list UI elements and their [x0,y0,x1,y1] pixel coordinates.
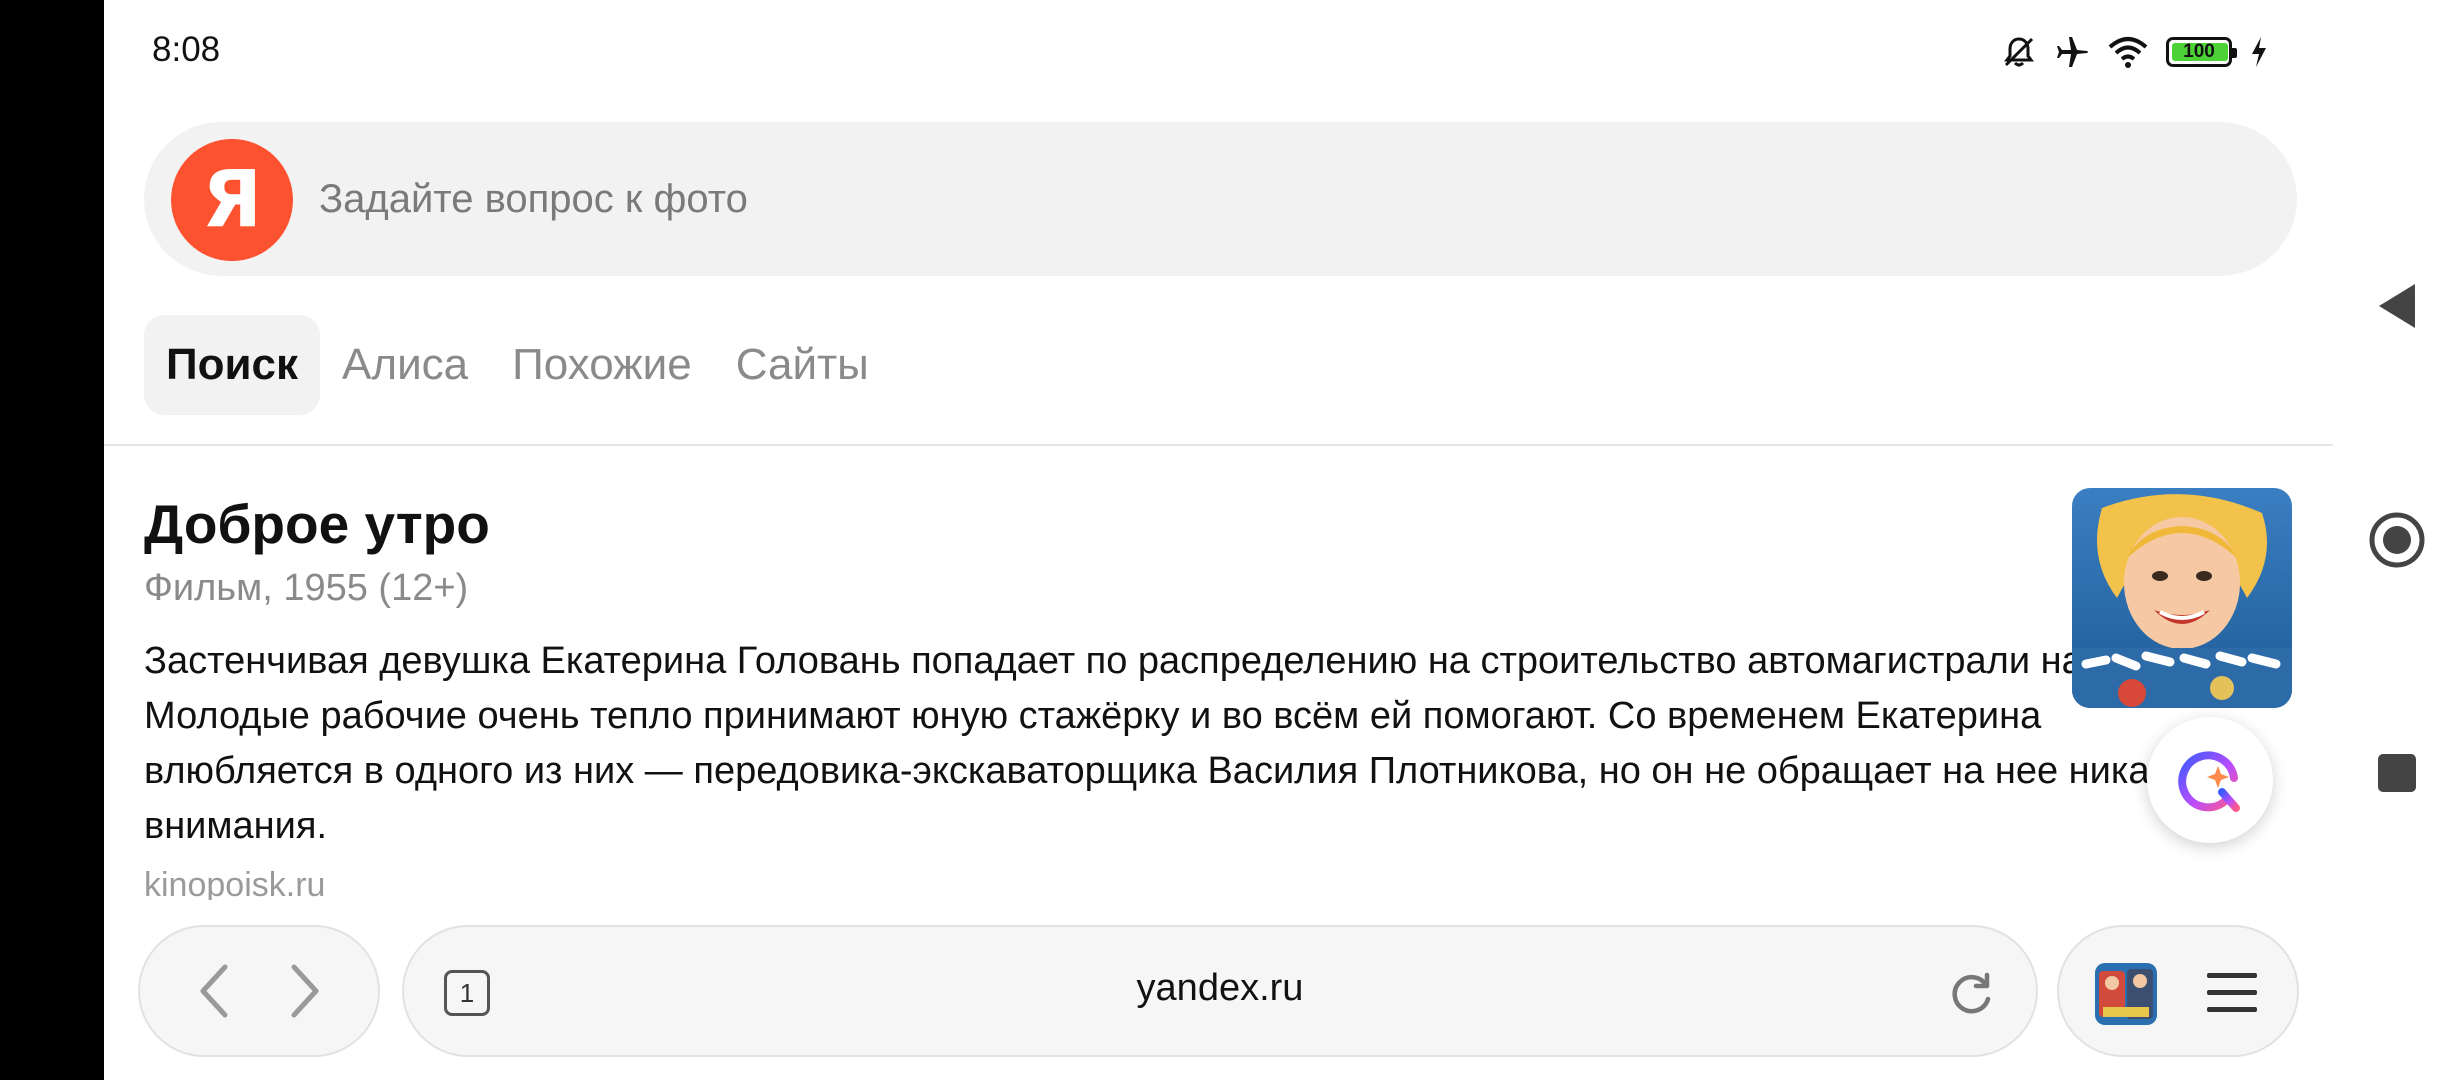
yandex-logo[interactable]: Я [171,139,293,261]
home-circle-icon [2369,512,2425,568]
battery-icon: 100 [2166,37,2237,67]
airplane-icon [2057,37,2088,67]
charging-icon [2252,37,2266,67]
address-bar[interactable]: 1 yandex.ru [402,925,2038,1057]
menu-controls [2057,925,2299,1057]
status-icons: 100 [2002,30,2268,74]
tab-sites[interactable]: Сайты [714,315,891,415]
status-time: 8:08 [152,30,221,69]
wifi-icon [2108,37,2148,68]
search-input[interactable] [319,169,2219,229]
result-description: Застенчивая девушка Екатерина Головань п… [144,640,2230,847]
result-title[interactable]: Доброе утро [144,488,2304,560]
tabs-divider [104,444,2333,446]
chevron-left-icon [200,964,227,1018]
system-home-button[interactable] [2369,512,2425,573]
result-tabs: Поиск Алиса Похожие Сайты [144,315,891,415]
alice-assistant-button[interactable] [2147,717,2273,843]
tab-alice[interactable]: Алиса [320,315,490,415]
forward-button[interactable] [284,963,324,1019]
avatar[interactable] [2095,963,2157,1025]
tab-similar[interactable]: Похожие [490,315,714,415]
url-text[interactable]: yandex.ru [404,967,2036,1010]
battery-percent: 100 [2183,41,2215,62]
bottom-toolbar: 1 yandex.ru [104,925,2333,1060]
recents-square-icon [2378,754,2416,792]
result-card[interactable]: Доброе утро Фильм, 1955 (12+) Застенчива… [144,488,2304,900]
reload-icon [1952,972,1991,1014]
system-back-button[interactable] [2377,282,2417,335]
reload-button[interactable] [1946,969,1996,1024]
mute-icon [2004,37,2034,67]
browser-window: 8:08 100 Я Задайте вопрос к фото Поиск А… [104,0,2333,1080]
status-bar: 8:08 100 [104,0,2333,100]
search-bar[interactable]: Я [144,122,2297,276]
navigation-buttons [138,925,380,1057]
chevron-right-icon [291,964,318,1018]
tab-search[interactable]: Поиск [144,315,321,415]
hamburger-menu-icon [2207,973,2257,1012]
back-button[interactable] [195,963,235,1019]
system-recents-button[interactable] [2377,753,2417,798]
result-meta: Фильм, 1955 (12+) [144,567,469,609]
system-navigation-bar [2333,0,2460,1080]
result-source-link[interactable]: kinopoisk.ru [144,860,2304,900]
movie-poster-thumbnail[interactable] [2072,488,2292,708]
alice-icon [2178,751,2240,812]
back-triangle-icon [2379,284,2415,328]
menu-button[interactable] [2207,971,2257,1020]
